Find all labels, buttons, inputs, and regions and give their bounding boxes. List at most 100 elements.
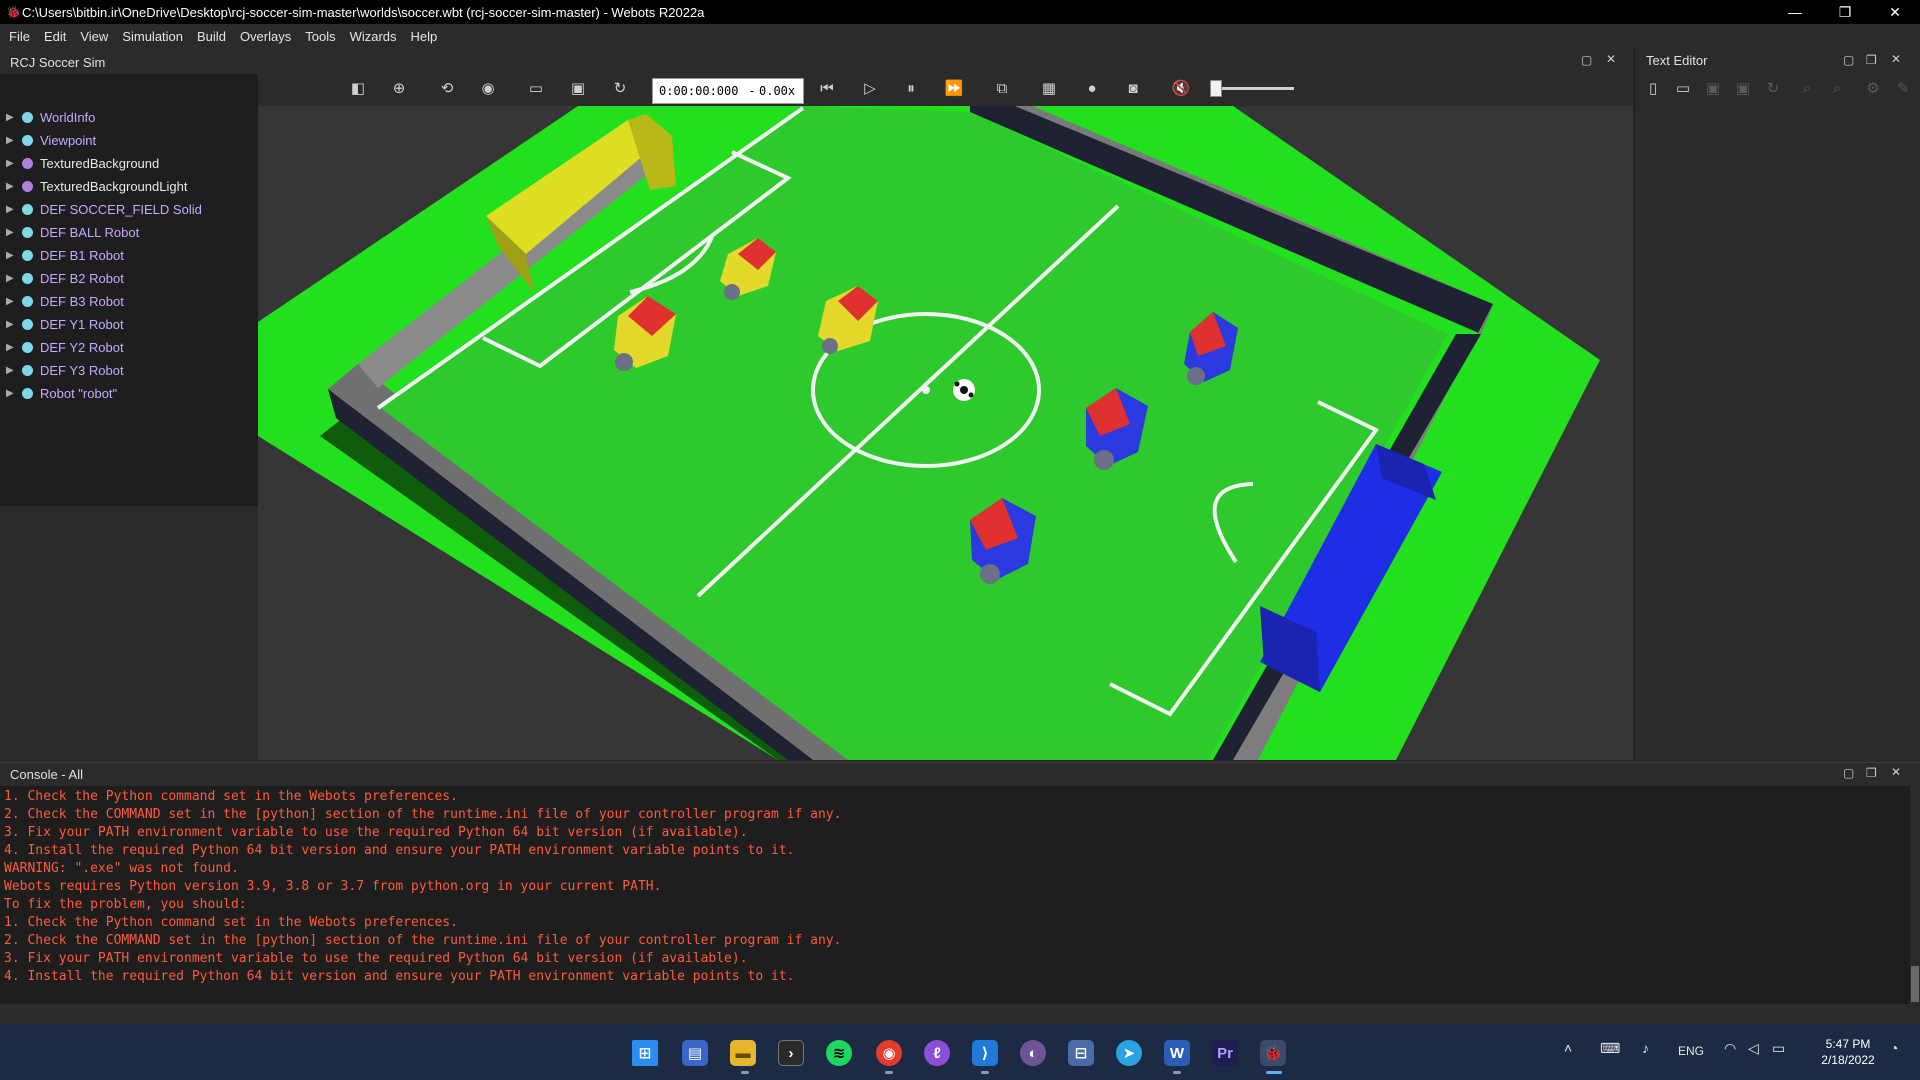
console-maximize-icon[interactable]: ▢ xyxy=(1843,766,1854,780)
save-as-icon: ▣ xyxy=(1735,80,1751,97)
tree-item-ball-robot[interactable]: ▶ DEF BALL Robot xyxy=(0,221,256,244)
word-indicator xyxy=(1173,1071,1181,1074)
mute-icon[interactable]: 🔇 xyxy=(1172,80,1191,98)
reset-simulation-icon[interactable]: ⏮ xyxy=(818,80,836,98)
network-app-icon[interactable]: ⊟ xyxy=(1068,1040,1094,1066)
chevron-right-icon[interactable]: ▶ xyxy=(6,388,18,399)
node-icon xyxy=(22,227,33,238)
chevron-right-icon[interactable]: ▶ xyxy=(6,319,18,330)
record-icon[interactable]: ● xyxy=(1083,80,1101,98)
chevron-right-icon[interactable]: ▶ xyxy=(6,342,18,353)
console-scrollbar[interactable] xyxy=(1910,786,1920,1004)
notification-icon[interactable]: ◔ xyxy=(1890,1040,1898,1056)
editor-float-icon[interactable]: ❐ xyxy=(1866,53,1877,67)
menu-view[interactable]: View xyxy=(73,24,115,50)
eye-icon[interactable]: ◉ xyxy=(479,80,497,98)
volume-slider[interactable] xyxy=(1210,87,1294,90)
tree-item-y3-robot[interactable]: ▶ DEF Y3 Robot xyxy=(0,359,256,382)
tree-item-y1-robot[interactable]: ▶ DEF Y1 Robot xyxy=(0,313,256,336)
chevron-right-icon[interactable]: ▶ xyxy=(6,296,18,307)
editor-maximize-icon[interactable]: ▢ xyxy=(1843,53,1854,67)
pause-icon[interactable]: ⏸ xyxy=(902,80,920,98)
menu-build[interactable]: Build xyxy=(190,24,233,50)
chevron-right-icon[interactable]: ▶ xyxy=(6,135,18,146)
tree-item-viewpoint[interactable]: ▶ Viewpoint xyxy=(0,129,256,152)
tree-item-y2-robot[interactable]: ▶ DEF Y2 Robot xyxy=(0,336,256,359)
console-close-icon[interactable]: ✕ xyxy=(1891,765,1901,779)
menu-wizards[interactable]: Wizards xyxy=(343,24,404,50)
tree-item-label: DEF BALL Robot xyxy=(40,225,140,240)
spotify-icon[interactable]: ≋ xyxy=(826,1040,852,1066)
soccer-ball[interactable] xyxy=(953,379,975,401)
close-button[interactable]: ✕ xyxy=(1870,0,1920,24)
microphone-icon[interactable]: ♪ xyxy=(1642,1040,1649,1056)
save-icon[interactable]: ▣ xyxy=(569,80,587,98)
editor-close-icon[interactable]: ✕ xyxy=(1891,52,1901,66)
menu-file[interactable]: File xyxy=(2,24,37,50)
panel-close-icon[interactable]: ✕ xyxy=(1606,52,1616,66)
chevron-right-icon[interactable]: ▶ xyxy=(6,273,18,284)
menu-tools[interactable]: Tools xyxy=(298,24,342,50)
movie-record-icon[interactable]: ▦ xyxy=(1040,80,1058,98)
camera-icon[interactable]: ◙ xyxy=(1124,80,1142,98)
maximize-button[interactable]: ❐ xyxy=(1820,0,1870,24)
menu-simulation[interactable]: Simulation xyxy=(115,24,190,50)
volume-slider-handle[interactable] xyxy=(1210,80,1222,97)
tree-item-b1-robot[interactable]: ▶ DEF B1 Robot xyxy=(0,244,256,267)
fast-forward-icon[interactable]: ⏩ xyxy=(945,80,964,98)
wifi-icon[interactable]: ◠ xyxy=(1724,1040,1736,1057)
tree-item-soccer-field[interactable]: ▶ DEF SOCCER_FIELD Solid xyxy=(0,198,256,221)
toggle-scene-tree-icon[interactable]: ◧ xyxy=(349,80,367,98)
chevron-right-icon[interactable]: ▶ xyxy=(6,181,18,192)
minimize-button[interactable]: — xyxy=(1770,0,1820,24)
volume-icon[interactable]: ◁ xyxy=(1748,1040,1759,1057)
vscode-icon[interactable]: ⟩ xyxy=(972,1040,998,1066)
word-icon[interactable]: W xyxy=(1164,1040,1190,1066)
language-indicator[interactable]: ENG xyxy=(1678,1044,1704,1058)
webots-icon[interactable]: 🐞 xyxy=(1260,1040,1286,1066)
add-node-icon[interactable]: ⊕ xyxy=(390,80,408,98)
chevron-right-icon[interactable]: ▶ xyxy=(6,227,18,238)
tree-item-textured-background[interactable]: ▶ TexturedBackground xyxy=(0,152,256,175)
file-explorer-icon[interactable]: ▬ xyxy=(730,1040,756,1066)
battery-icon[interactable]: ▭ xyxy=(1772,1040,1785,1057)
chrome-icon[interactable]: ◉ xyxy=(876,1040,902,1066)
console-scrollbar-thumb[interactable] xyxy=(1911,966,1919,1002)
github-desktop-icon[interactable]: ◐ xyxy=(1020,1040,1046,1066)
rendering-icon[interactable]: ⧉ xyxy=(993,80,1011,98)
tree-item-label: DEF Y2 Robot xyxy=(40,340,124,355)
clock[interactable]: 5:47 PM 2/18/2022 xyxy=(1808,1036,1888,1068)
chevron-right-icon[interactable]: ▶ xyxy=(6,204,18,215)
menu-overlays[interactable]: Overlays xyxy=(233,24,298,50)
chevron-right-icon[interactable]: ▶ xyxy=(6,158,18,169)
console-float-icon[interactable]: ❐ xyxy=(1866,766,1877,780)
reload-icon[interactable]: ↻ xyxy=(611,80,629,98)
3d-view[interactable] xyxy=(258,106,1633,760)
chevron-right-icon[interactable]: ▶ xyxy=(6,112,18,123)
tree-item-b2-robot[interactable]: ▶ DEF B2 Robot xyxy=(0,267,256,290)
restore-viewpoint-icon[interactable]: ⟲ xyxy=(438,80,456,98)
console-output[interactable]: 1. Check the Python command set in the W… xyxy=(0,786,1910,1004)
step-icon[interactable]: ▷ xyxy=(861,80,879,98)
chevron-up-icon[interactable]: ˄ xyxy=(1564,1040,1572,1056)
menu-edit[interactable]: Edit xyxy=(37,24,73,50)
tree-item-worldinfo[interactable]: ▶ WorldInfo xyxy=(0,106,256,129)
console-line: 3. Fix your PATH environment variable to… xyxy=(4,825,748,840)
telegram-icon[interactable]: ➤ xyxy=(1116,1040,1142,1066)
menu-help[interactable]: Help xyxy=(404,24,445,50)
tree-item-robot[interactable]: ▶ Robot "robot" xyxy=(0,382,256,405)
open-folder-icon[interactable]: ▭ xyxy=(527,80,545,98)
panel-maximize-icon[interactable]: ▢ xyxy=(1581,53,1592,67)
keyboard-icon[interactable]: ⌨ xyxy=(1600,1040,1620,1057)
widgets-icon[interactable]: ▤ xyxy=(682,1040,708,1066)
start-icon[interactable]: ⊞ xyxy=(632,1040,658,1066)
open-file-icon[interactable]: ▭ xyxy=(1674,80,1692,98)
tree-item-textured-background-light[interactable]: ▶ TexturedBackgroundLight xyxy=(0,175,256,198)
app-icon[interactable]: ℓ xyxy=(924,1040,950,1066)
terminal-icon[interactable]: › xyxy=(778,1040,804,1066)
chevron-right-icon[interactable]: ▶ xyxy=(6,365,18,376)
chevron-right-icon[interactable]: ▶ xyxy=(6,250,18,261)
new-file-icon[interactable]: ▯ xyxy=(1644,80,1662,98)
tree-item-b3-robot[interactable]: ▶ DEF B3 Robot xyxy=(0,290,256,313)
premiere-icon[interactable]: Pr xyxy=(1212,1040,1238,1066)
